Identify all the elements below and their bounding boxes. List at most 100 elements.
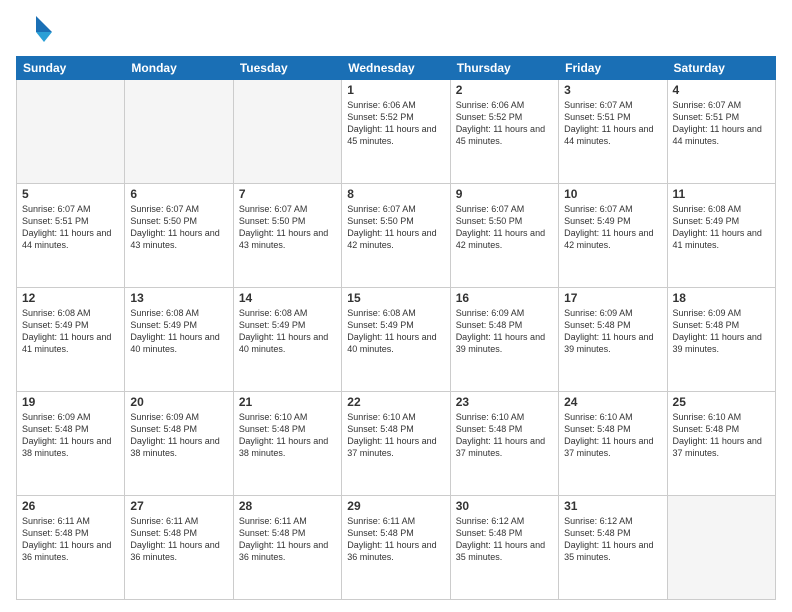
day-info: Sunrise: 6:07 AM Sunset: 5:49 PM Dayligh… xyxy=(564,203,661,252)
day-info: Sunrise: 6:09 AM Sunset: 5:48 PM Dayligh… xyxy=(564,307,661,356)
calendar-cell: 28 Sunrise: 6:11 AM Sunset: 5:48 PM Dayl… xyxy=(233,496,341,600)
calendar-cell: 24 Sunrise: 6:10 AM Sunset: 5:48 PM Dayl… xyxy=(559,392,667,496)
weekday-header-tuesday: Tuesday xyxy=(233,57,341,80)
calendar-cell: 13 Sunrise: 6:08 AM Sunset: 5:49 PM Dayl… xyxy=(125,288,233,392)
day-number: 29 xyxy=(347,499,444,513)
day-number: 21 xyxy=(239,395,336,409)
day-info: Sunrise: 6:07 AM Sunset: 5:51 PM Dayligh… xyxy=(564,99,661,148)
day-number: 17 xyxy=(564,291,661,305)
day-info: Sunrise: 6:10 AM Sunset: 5:48 PM Dayligh… xyxy=(347,411,444,460)
calendar-cell: 19 Sunrise: 6:09 AM Sunset: 5:48 PM Dayl… xyxy=(17,392,125,496)
day-number: 19 xyxy=(22,395,119,409)
day-info: Sunrise: 6:08 AM Sunset: 5:49 PM Dayligh… xyxy=(347,307,444,356)
day-number: 16 xyxy=(456,291,553,305)
calendar-week-0: 1 Sunrise: 6:06 AM Sunset: 5:52 PM Dayli… xyxy=(17,80,776,184)
calendar-cell xyxy=(125,80,233,184)
calendar-cell: 11 Sunrise: 6:08 AM Sunset: 5:49 PM Dayl… xyxy=(667,184,775,288)
day-number: 28 xyxy=(239,499,336,513)
day-info: Sunrise: 6:07 AM Sunset: 5:50 PM Dayligh… xyxy=(130,203,227,252)
calendar-cell xyxy=(17,80,125,184)
weekday-header-friday: Friday xyxy=(559,57,667,80)
day-info: Sunrise: 6:09 AM Sunset: 5:48 PM Dayligh… xyxy=(673,307,770,356)
weekday-header-row: SundayMondayTuesdayWednesdayThursdayFrid… xyxy=(17,57,776,80)
calendar-cell: 22 Sunrise: 6:10 AM Sunset: 5:48 PM Dayl… xyxy=(342,392,450,496)
day-info: Sunrise: 6:11 AM Sunset: 5:48 PM Dayligh… xyxy=(347,515,444,564)
day-number: 7 xyxy=(239,187,336,201)
day-info: Sunrise: 6:06 AM Sunset: 5:52 PM Dayligh… xyxy=(347,99,444,148)
logo xyxy=(16,12,56,48)
calendar-cell: 2 Sunrise: 6:06 AM Sunset: 5:52 PM Dayli… xyxy=(450,80,558,184)
day-info: Sunrise: 6:09 AM Sunset: 5:48 PM Dayligh… xyxy=(130,411,227,460)
weekday-header-thursday: Thursday xyxy=(450,57,558,80)
day-number: 6 xyxy=(130,187,227,201)
day-number: 1 xyxy=(347,83,444,97)
calendar-week-2: 12 Sunrise: 6:08 AM Sunset: 5:49 PM Dayl… xyxy=(17,288,776,392)
calendar-cell: 27 Sunrise: 6:11 AM Sunset: 5:48 PM Dayl… xyxy=(125,496,233,600)
calendar-cell xyxy=(233,80,341,184)
day-info: Sunrise: 6:06 AM Sunset: 5:52 PM Dayligh… xyxy=(456,99,553,148)
day-number: 13 xyxy=(130,291,227,305)
day-number: 11 xyxy=(673,187,770,201)
day-number: 20 xyxy=(130,395,227,409)
calendar-cell: 21 Sunrise: 6:10 AM Sunset: 5:48 PM Dayl… xyxy=(233,392,341,496)
calendar-cell: 3 Sunrise: 6:07 AM Sunset: 5:51 PM Dayli… xyxy=(559,80,667,184)
day-info: Sunrise: 6:07 AM Sunset: 5:50 PM Dayligh… xyxy=(239,203,336,252)
calendar-cell: 1 Sunrise: 6:06 AM Sunset: 5:52 PM Dayli… xyxy=(342,80,450,184)
day-number: 4 xyxy=(673,83,770,97)
day-info: Sunrise: 6:12 AM Sunset: 5:48 PM Dayligh… xyxy=(456,515,553,564)
calendar-cell: 8 Sunrise: 6:07 AM Sunset: 5:50 PM Dayli… xyxy=(342,184,450,288)
calendar-cell: 5 Sunrise: 6:07 AM Sunset: 5:51 PM Dayli… xyxy=(17,184,125,288)
calendar-cell: 25 Sunrise: 6:10 AM Sunset: 5:48 PM Dayl… xyxy=(667,392,775,496)
day-number: 12 xyxy=(22,291,119,305)
day-info: Sunrise: 6:10 AM Sunset: 5:48 PM Dayligh… xyxy=(564,411,661,460)
day-info: Sunrise: 6:10 AM Sunset: 5:48 PM Dayligh… xyxy=(456,411,553,460)
calendar-cell: 15 Sunrise: 6:08 AM Sunset: 5:49 PM Dayl… xyxy=(342,288,450,392)
calendar-cell: 17 Sunrise: 6:09 AM Sunset: 5:48 PM Dayl… xyxy=(559,288,667,392)
day-number: 3 xyxy=(564,83,661,97)
calendar-cell: 14 Sunrise: 6:08 AM Sunset: 5:49 PM Dayl… xyxy=(233,288,341,392)
day-number: 15 xyxy=(347,291,444,305)
day-info: Sunrise: 6:07 AM Sunset: 5:50 PM Dayligh… xyxy=(347,203,444,252)
day-info: Sunrise: 6:11 AM Sunset: 5:48 PM Dayligh… xyxy=(22,515,119,564)
calendar-cell: 31 Sunrise: 6:12 AM Sunset: 5:48 PM Dayl… xyxy=(559,496,667,600)
day-info: Sunrise: 6:08 AM Sunset: 5:49 PM Dayligh… xyxy=(673,203,770,252)
day-number: 26 xyxy=(22,499,119,513)
calendar-cell: 29 Sunrise: 6:11 AM Sunset: 5:48 PM Dayl… xyxy=(342,496,450,600)
day-info: Sunrise: 6:08 AM Sunset: 5:49 PM Dayligh… xyxy=(239,307,336,356)
calendar-cell: 9 Sunrise: 6:07 AM Sunset: 5:50 PM Dayli… xyxy=(450,184,558,288)
calendar-cell: 30 Sunrise: 6:12 AM Sunset: 5:48 PM Dayl… xyxy=(450,496,558,600)
weekday-header-monday: Monday xyxy=(125,57,233,80)
day-number: 24 xyxy=(564,395,661,409)
day-info: Sunrise: 6:10 AM Sunset: 5:48 PM Dayligh… xyxy=(239,411,336,460)
page: SundayMondayTuesdayWednesdayThursdayFrid… xyxy=(0,0,792,612)
day-number: 18 xyxy=(673,291,770,305)
weekday-header-saturday: Saturday xyxy=(667,57,775,80)
day-info: Sunrise: 6:07 AM Sunset: 5:50 PM Dayligh… xyxy=(456,203,553,252)
calendar-cell: 12 Sunrise: 6:08 AM Sunset: 5:49 PM Dayl… xyxy=(17,288,125,392)
calendar-week-4: 26 Sunrise: 6:11 AM Sunset: 5:48 PM Dayl… xyxy=(17,496,776,600)
day-number: 2 xyxy=(456,83,553,97)
day-info: Sunrise: 6:10 AM Sunset: 5:48 PM Dayligh… xyxy=(673,411,770,460)
weekday-header-wednesday: Wednesday xyxy=(342,57,450,80)
calendar-table: SundayMondayTuesdayWednesdayThursdayFrid… xyxy=(16,56,776,600)
calendar-cell: 4 Sunrise: 6:07 AM Sunset: 5:51 PM Dayli… xyxy=(667,80,775,184)
calendar-cell: 7 Sunrise: 6:07 AM Sunset: 5:50 PM Dayli… xyxy=(233,184,341,288)
day-number: 23 xyxy=(456,395,553,409)
day-info: Sunrise: 6:08 AM Sunset: 5:49 PM Dayligh… xyxy=(130,307,227,356)
logo-icon xyxy=(16,12,52,48)
calendar-cell: 6 Sunrise: 6:07 AM Sunset: 5:50 PM Dayli… xyxy=(125,184,233,288)
day-number: 25 xyxy=(673,395,770,409)
day-number: 5 xyxy=(22,187,119,201)
calendar-week-1: 5 Sunrise: 6:07 AM Sunset: 5:51 PM Dayli… xyxy=(17,184,776,288)
day-number: 27 xyxy=(130,499,227,513)
day-info: Sunrise: 6:07 AM Sunset: 5:51 PM Dayligh… xyxy=(673,99,770,148)
day-info: Sunrise: 6:11 AM Sunset: 5:48 PM Dayligh… xyxy=(130,515,227,564)
calendar-cell: 10 Sunrise: 6:07 AM Sunset: 5:49 PM Dayl… xyxy=(559,184,667,288)
day-number: 10 xyxy=(564,187,661,201)
day-number: 8 xyxy=(347,187,444,201)
day-info: Sunrise: 6:07 AM Sunset: 5:51 PM Dayligh… xyxy=(22,203,119,252)
day-info: Sunrise: 6:09 AM Sunset: 5:48 PM Dayligh… xyxy=(22,411,119,460)
calendar-cell: 20 Sunrise: 6:09 AM Sunset: 5:48 PM Dayl… xyxy=(125,392,233,496)
day-info: Sunrise: 6:08 AM Sunset: 5:49 PM Dayligh… xyxy=(22,307,119,356)
header xyxy=(16,12,776,48)
